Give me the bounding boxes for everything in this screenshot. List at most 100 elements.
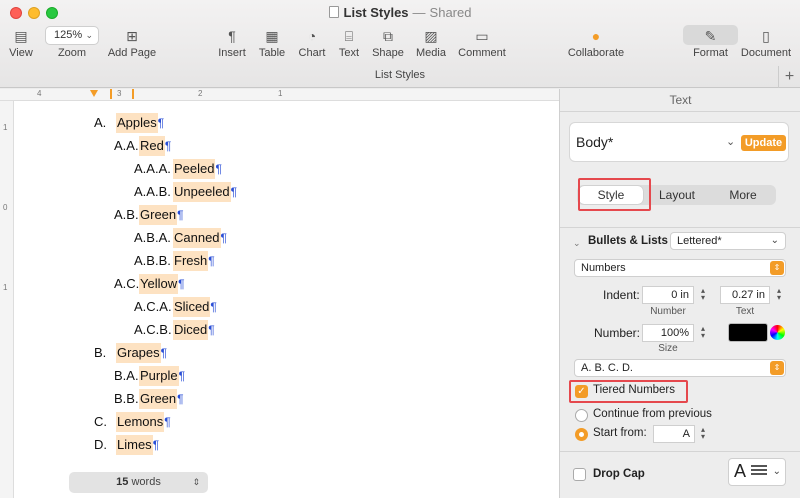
chevron-down-icon: ⌄ (770, 235, 779, 246)
list-item-number: A. (94, 115, 107, 130)
list-item[interactable]: Red¶ (139, 136, 171, 156)
highlight-style-tab (578, 178, 651, 211)
start-from-stepper[interactable]: ▴ ▾ (698, 426, 708, 441)
list-item-text: Apples (116, 113, 158, 133)
chevron-down-icon: ⌄ (726, 136, 736, 148)
number-indent-field[interactable]: 0 in (642, 286, 694, 304)
list-item[interactable]: Grapes¶ (116, 343, 167, 363)
paragraph-mark: ¶ (178, 277, 185, 291)
list-item[interactable]: Apples¶ (116, 113, 164, 133)
list-item[interactable]: Canned¶ (173, 228, 227, 248)
list-item[interactable]: Unpeeled¶ (173, 182, 237, 202)
color-wheel-icon[interactable] (770, 325, 785, 340)
chart-button[interactable]: ◔ Chart (296, 27, 328, 59)
disclosure-chevron-icon[interactable]: ⌄ (573, 238, 581, 249)
chevron-down-icon: ⌄ (772, 466, 781, 477)
comment-button[interactable]: ▭ Comment (458, 27, 506, 59)
media-button[interactable]: ▨ Media (413, 27, 449, 59)
list-item[interactable]: Limes¶ (116, 435, 159, 455)
continue-from-previous-radio[interactable] (575, 409, 588, 422)
list-item[interactable]: Lemons¶ (116, 412, 171, 432)
paragraph-mark: ¶ (177, 392, 184, 406)
chevron-down-icon: ⌄ (85, 30, 93, 40)
list-item[interactable]: Yellow¶ (139, 274, 185, 294)
list-item-number: A.B.B. (134, 253, 171, 268)
list-item-text: Diced (173, 320, 209, 340)
comment-icon: ▭ (475, 28, 489, 44)
list-item-number: A.C.A. (134, 299, 172, 314)
start-from-field[interactable]: A (653, 425, 695, 443)
list-item-number: C. (94, 414, 107, 429)
number-size-stepper[interactable]: ▴ ▾ (698, 325, 708, 340)
paragraph-mark: ¶ (160, 346, 168, 360)
list-item[interactable]: Sliced¶ (173, 297, 217, 317)
paragraph-mark: ¶ (230, 185, 238, 199)
insert-button[interactable]: ¶ Insert (215, 27, 249, 59)
text-button[interactable]: ⌸ Text (335, 27, 363, 59)
document-button[interactable]: ▯ Document (740, 27, 792, 59)
list-item-number: B. (94, 345, 107, 360)
list-item[interactable]: Green¶ (139, 389, 184, 409)
list-item-number: A.C.B. (134, 322, 172, 337)
drop-cap-preview-icon: A (734, 461, 747, 481)
list-item-number: A.B.A. (134, 230, 171, 245)
paintbrush-icon: ✎ (704, 28, 717, 44)
stepper-icon: ⇕ (192, 477, 200, 487)
view-button[interactable]: ▤ View (6, 27, 36, 59)
list-item-text: Peeled (173, 159, 216, 179)
text-indent-stepper[interactable]: ▴ ▾ (774, 287, 784, 302)
tab-more[interactable]: More (711, 185, 775, 205)
word-count-control[interactable]: 15 words ⇕ (69, 472, 208, 493)
highlight-tiered-numbers (569, 380, 688, 403)
list-item-text: Unpeeled (173, 182, 231, 202)
tab-layout[interactable]: Layout (645, 185, 709, 205)
new-tab-button[interactable]: + (778, 66, 800, 88)
list-item-text: Red (139, 136, 165, 156)
add-page-button[interactable]: ⊞ Add Page (106, 27, 158, 59)
number-format-popup[interactable]: A. B. C. D. ⇕ (574, 359, 786, 377)
document-canvas[interactable]: 4 3 2 1 1 0 1 A. Apples¶ A.A. Red¶ A.A.A. Pee… (0, 89, 559, 498)
text-indent-field[interactable]: 0.27 in (720, 286, 770, 304)
list-item[interactable]: Diced¶ (173, 320, 215, 340)
tab-stop-marker[interactable] (132, 89, 134, 99)
paragraph-style-picker[interactable]: Body* ⌄ Update (569, 122, 789, 162)
list-item-number: A.A.A. (134, 161, 171, 176)
vertical-ruler[interactable]: 1 0 1 (0, 101, 14, 498)
list-style-popup[interactable]: Lettered* ⌄ (670, 232, 786, 250)
list-item-text: Grapes (116, 343, 161, 363)
drop-cap-checkbox[interactable] (573, 468, 586, 481)
list-item[interactable]: Peeled¶ (173, 159, 222, 179)
paragraph-mark: ¶ (178, 369, 186, 383)
shape-button[interactable]: ⧉ Shape (370, 27, 406, 59)
media-icon: ▨ (424, 28, 438, 44)
indent-marker[interactable] (90, 90, 98, 97)
list-item-number: A.C. (114, 276, 140, 291)
format-button[interactable]: ✎ Format (683, 27, 738, 59)
horizontal-ruler[interactable]: 4 3 2 1 (0, 89, 559, 101)
table-icon: ▦ (265, 28, 279, 44)
sidebar-title: Text (669, 93, 692, 107)
table-button[interactable]: ▦ Table (256, 27, 288, 59)
number-color-well[interactable] (728, 323, 768, 342)
collaborate-button[interactable]: ● Collaborate (566, 27, 626, 59)
list-item[interactable]: Purple¶ (139, 366, 185, 386)
list-item[interactable]: Fresh¶ (173, 251, 215, 271)
list-item-number: A.A. (114, 138, 139, 153)
list-item-text: Fresh (173, 251, 209, 271)
toolbar: List Styles — Shared ▤ View 125% ⌄ Zoom ⊞ … (0, 0, 800, 88)
tab-title: List Styles (374, 69, 426, 81)
zoom-select[interactable]: 125% ⌄ (45, 26, 99, 45)
paragraph-mark: ¶ (164, 415, 171, 429)
start-from-radio[interactable] (575, 428, 588, 441)
bullet-type-popup[interactable]: Numbers ⇕ (574, 259, 786, 277)
update-button[interactable]: Update (741, 135, 786, 151)
list-item[interactable]: Green¶ (139, 205, 184, 225)
number-size-field[interactable]: 100% (642, 324, 694, 342)
tab-stop-marker[interactable] (110, 89, 112, 99)
drop-cap-style-picker[interactable]: A ⌄ (728, 458, 786, 486)
stepper-icon: ⇕ (770, 261, 784, 275)
list-item-text: Green (139, 205, 178, 225)
shape-icon: ⧉ (383, 28, 393, 44)
list-item-number: B.B. (114, 391, 139, 406)
number-indent-stepper[interactable]: ▴ ▾ (698, 287, 708, 302)
